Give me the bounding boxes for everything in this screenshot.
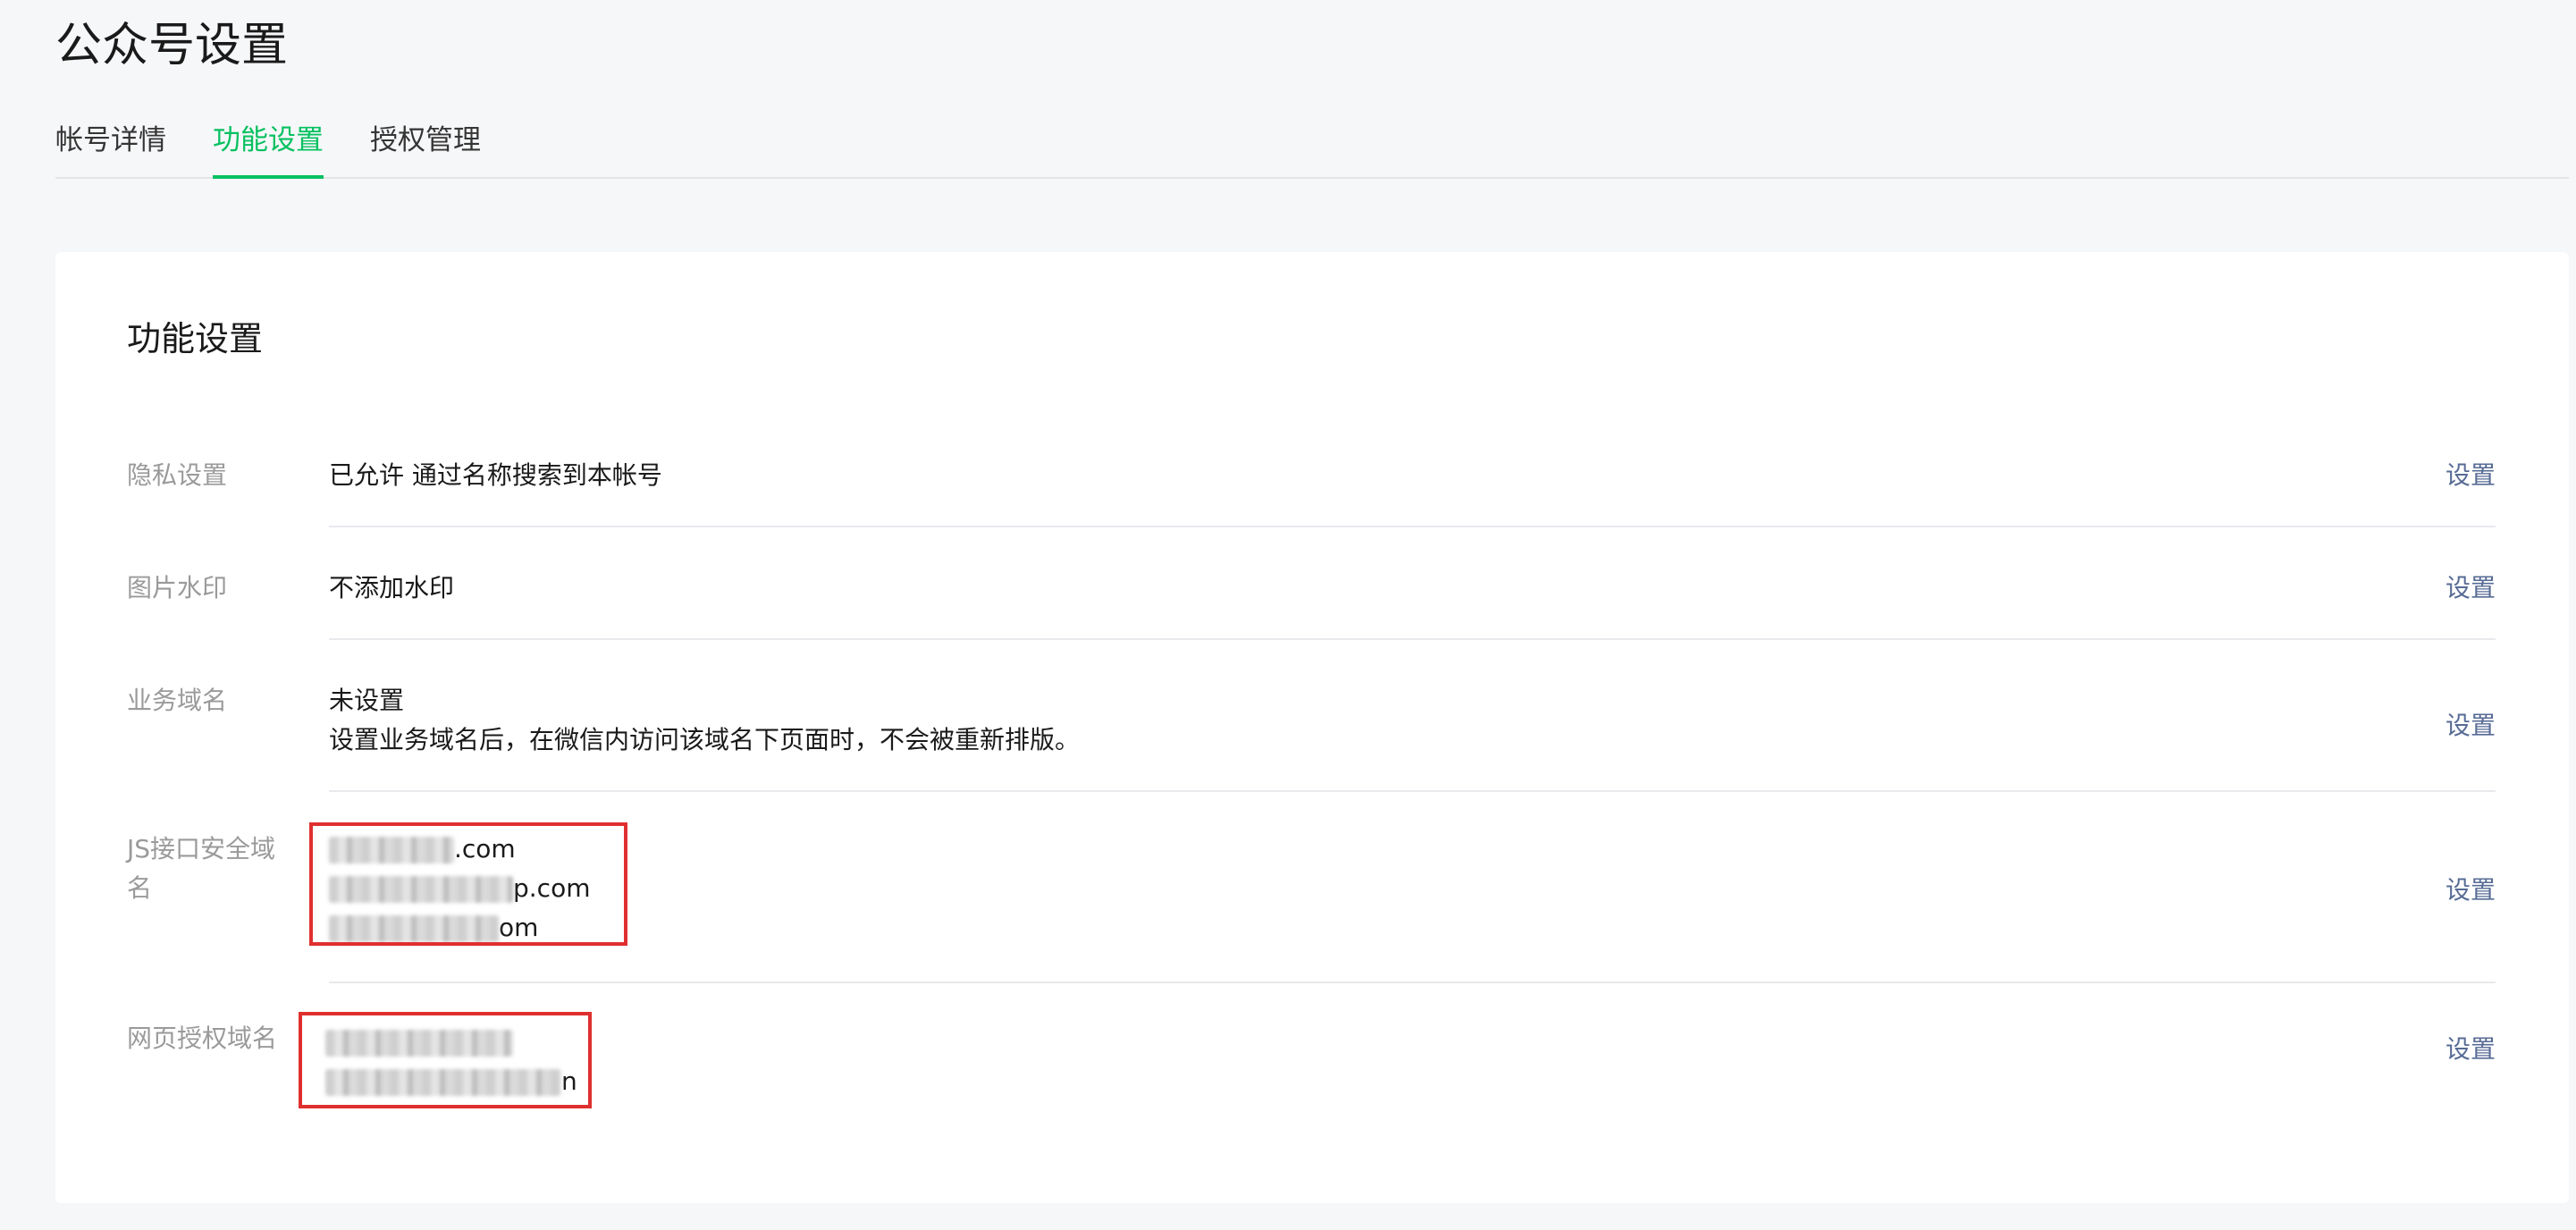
business-domain-settings-link[interactable]: 设置 xyxy=(2446,706,2496,746)
js-domain-label: JS接口安全域名 xyxy=(127,834,276,903)
business-domain-label: 业务域名 xyxy=(127,686,228,715)
divider xyxy=(329,790,2496,792)
watermark-value: 不添加水印 xyxy=(329,573,455,602)
js-domain-settings-link[interactable]: 设置 xyxy=(2446,871,2496,910)
oauth-domain-label: 网页授权域名 xyxy=(127,1024,278,1053)
card-title: 功能设置 xyxy=(127,319,264,358)
settings-card: 功能设置 隐私设置 已允许 通过名称搜索到本帐号 设置 图片水印 不添加水印 设… xyxy=(55,252,2569,1203)
privacy-settings-link[interactable]: 设置 xyxy=(2446,456,2496,495)
divider xyxy=(329,638,2496,640)
tab-bar: 帐号详情 功能设置 授权管理 xyxy=(55,114,2569,179)
privacy-label: 隐私设置 xyxy=(127,460,228,490)
tab-feature-settings[interactable]: 功能设置 xyxy=(213,114,324,179)
page-title: 公众号设置 xyxy=(55,19,289,72)
watermark-label: 图片水印 xyxy=(127,573,228,602)
tab-authorization[interactable]: 授权管理 xyxy=(370,114,481,166)
privacy-value: 已允许 通过名称搜索到本帐号 xyxy=(329,460,662,490)
business-domain-description: 设置业务域名后，在微信内访问该域名下页面时，不会被重新排版。 xyxy=(329,725,1081,754)
watermark-settings-link[interactable]: 设置 xyxy=(2446,569,2496,608)
highlight-box xyxy=(299,1012,592,1108)
divider xyxy=(329,526,2496,527)
divider xyxy=(329,981,2496,983)
tab-account-details[interactable]: 帐号详情 xyxy=(55,114,166,166)
oauth-domain-settings-link[interactable]: 设置 xyxy=(2446,1030,2496,1069)
business-domain-value: 未设置 xyxy=(329,686,405,715)
highlight-box xyxy=(309,822,627,946)
